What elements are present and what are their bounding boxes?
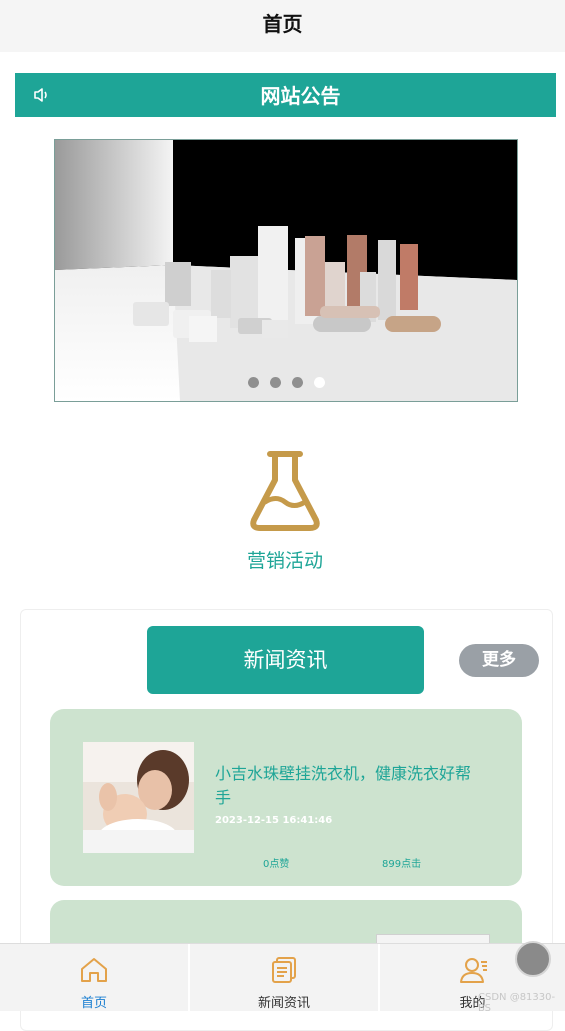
- news-card-date: 2023-12-15 16:41:46: [215, 815, 333, 826]
- watermark: CSDN @81330-BS: [478, 992, 556, 1014]
- carousel-dots: [55, 377, 517, 388]
- floating-button[interactable]: [515, 941, 551, 977]
- news-card-clicks: 899点击: [382, 859, 422, 870]
- banner-carousel[interactable]: [54, 139, 518, 402]
- activity-label: 营销活动: [246, 550, 323, 572]
- carousel-dot[interactable]: [247, 377, 259, 388]
- news-thumbnail: [83, 742, 194, 853]
- tab-home[interactable]: 首页: [0, 944, 188, 1011]
- banner-image: [55, 140, 517, 401]
- news-card-title: 小吉水珠壁挂洗衣机，健康洗衣好帮手: [215, 764, 472, 807]
- page-header: 首页: [0, 0, 565, 52]
- flask-icon: [250, 451, 320, 531]
- carousel-dot-active[interactable]: [313, 377, 325, 388]
- tab-news-label: 新闻资讯: [257, 996, 310, 1011]
- news-card[interactable]: 小吉水珠壁挂洗衣机，健康洗衣好帮手 2023-12-15 16:41:46 0点…: [50, 709, 522, 886]
- news-icon: [272, 957, 296, 983]
- carousel-dot[interactable]: [269, 377, 281, 388]
- carousel-dot[interactable]: [291, 377, 303, 388]
- marketing-activity-entry[interactable]: 营销活动: [220, 450, 350, 580]
- news-section-title: 新闻资讯: [147, 626, 424, 694]
- user-icon: [460, 958, 487, 983]
- news-card-likes: 0点赞: [263, 859, 290, 870]
- notice-title: 网站公告: [260, 84, 341, 108]
- more-button[interactable]: 更多: [459, 644, 539, 677]
- tab-home-label: 首页: [80, 996, 107, 1011]
- notice-bar[interactable]: 网站公告: [15, 73, 556, 117]
- home-icon: [81, 958, 107, 982]
- tab-news[interactable]: 新闻资讯: [190, 944, 378, 1011]
- page-title: 首页: [262, 12, 303, 36]
